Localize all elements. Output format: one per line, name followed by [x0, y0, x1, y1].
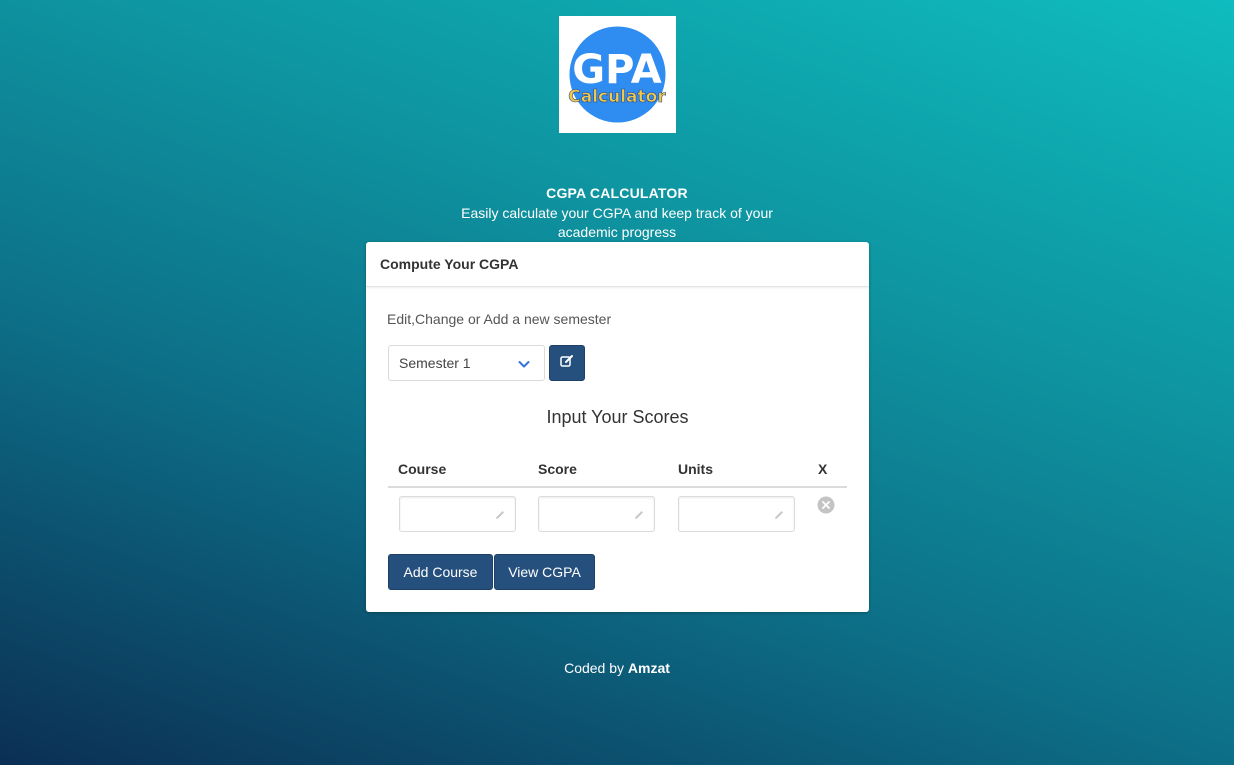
score-input[interactable]: [538, 496, 655, 532]
chevron-down-icon: [518, 357, 530, 373]
logo-text-calculator: Calculator: [568, 87, 666, 107]
app-logo: GPA Calculator: [559, 16, 676, 133]
remove-row-icon[interactable]: [817, 496, 835, 519]
semester-label: Edit,Change or Add a new semester: [387, 311, 612, 327]
page-title: CGPA CALCULATOR: [546, 185, 688, 201]
hero: CGPA CALCULATOR Easily calculate your CG…: [367, 185, 867, 242]
view-cgpa-button[interactable]: View CGPA: [494, 554, 595, 590]
pencil-icon: [494, 508, 506, 526]
footer-prefix: Coded by: [564, 660, 625, 676]
footer: Coded by Amzat: [367, 660, 867, 676]
add-course-button[interactable]: Add Course: [388, 554, 493, 590]
page-subtitle: Easily calculate your CGPA and keep trac…: [461, 205, 773, 240]
column-course: Course: [398, 461, 447, 477]
compute-card: Compute Your CGPA Edit,Change or Add a n…: [366, 242, 869, 612]
footer-author: Amzat: [627, 660, 670, 676]
semester-select[interactable]: Semester 1: [388, 345, 545, 381]
edit-semester-button[interactable]: [549, 345, 585, 381]
pencil-icon: [633, 508, 645, 526]
column-units: Units: [678, 461, 713, 477]
course-input[interactable]: [399, 496, 516, 532]
card-header: Compute Your CGPA: [366, 242, 869, 287]
units-input[interactable]: [678, 496, 795, 532]
column-score: Score: [538, 461, 577, 477]
column-remove: X: [818, 461, 828, 477]
edit-icon: [560, 354, 574, 373]
pencil-icon: [773, 508, 785, 526]
scores-title: Input Your Scores: [546, 407, 689, 427]
semester-select-value: Semester 1: [399, 355, 471, 371]
